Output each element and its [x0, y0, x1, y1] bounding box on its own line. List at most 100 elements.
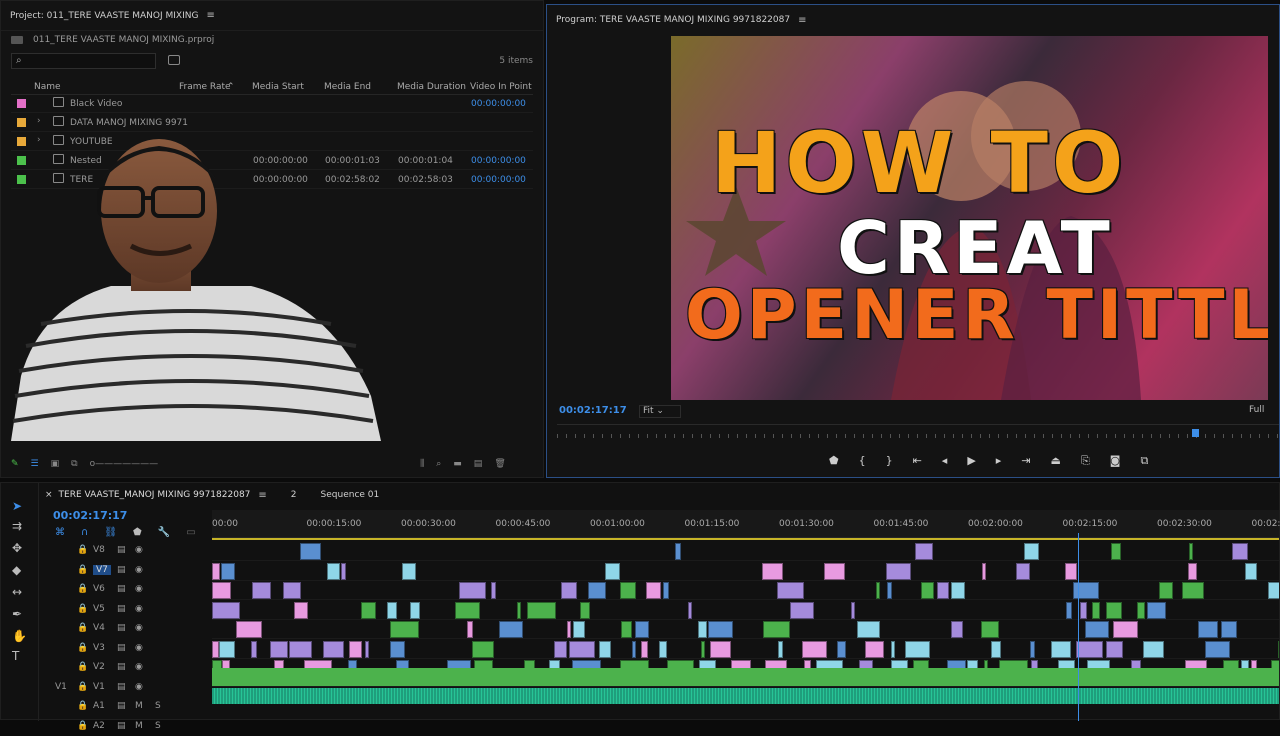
- timeline-clip[interactable]: [1080, 602, 1087, 619]
- lock-icon[interactable]: 🔒: [77, 545, 88, 555]
- timeline-clip[interactable]: [561, 582, 577, 599]
- timeline-clip[interactable]: [1245, 563, 1257, 580]
- panel-menu-icon[interactable]: ≡: [258, 490, 266, 501]
- timeline-clip[interactable]: [605, 563, 620, 580]
- track-header[interactable]: 🔒V3▤◉: [41, 639, 212, 658]
- lock-icon[interactable]: 🔒: [77, 662, 88, 672]
- video-track[interactable]: [212, 562, 1279, 581]
- lock-icon[interactable]: 🔒: [77, 701, 88, 711]
- program-playhead[interactable]: [1192, 429, 1199, 437]
- sync-lock-icon[interactable]: ▤: [117, 623, 126, 633]
- timeline-clip[interactable]: [1066, 602, 1072, 619]
- video-track[interactable]: [212, 640, 1279, 659]
- track-header[interactable]: 🔒V4▤◉: [41, 619, 212, 638]
- snap-icon[interactable]: ∩: [81, 527, 88, 538]
- timeline-clip[interactable]: [632, 641, 636, 658]
- video-track-v1[interactable]: [212, 668, 1279, 687]
- selection-tool-icon[interactable]: ➤: [12, 499, 22, 513]
- timeline-playhead[interactable]: [1078, 533, 1079, 721]
- resolution-select[interactable]: Full: [1249, 405, 1275, 418]
- captions-icon[interactable]: ▭: [186, 527, 195, 538]
- timeline-clip[interactable]: [387, 602, 397, 619]
- timeline-clip[interactable]: [708, 621, 733, 638]
- timeline-clip[interactable]: [327, 563, 340, 580]
- timeline-clip[interactable]: [252, 582, 271, 599]
- go-to-in-icon[interactable]: ⇤: [913, 454, 922, 468]
- timeline-clip[interactable]: [620, 582, 636, 599]
- slip-icon[interactable]: ↔: [12, 585, 22, 599]
- timeline-clip[interactable]: [1092, 602, 1100, 619]
- eye-icon[interactable]: ◉: [135, 662, 143, 672]
- timeline-clip[interactable]: [1016, 563, 1030, 580]
- timeline-clip[interactable]: [390, 621, 419, 638]
- timeline-clip[interactable]: [599, 641, 611, 658]
- timeline-clip[interactable]: [698, 621, 707, 638]
- timeline-clip[interactable]: [569, 641, 595, 658]
- timeline-clip[interactable]: [663, 582, 669, 599]
- lift-icon[interactable]: ⏏: [1051, 454, 1061, 468]
- timeline-clip[interactable]: [1182, 582, 1204, 599]
- timeline-clip[interactable]: [824, 563, 845, 580]
- timeline-clip[interactable]: [573, 621, 585, 638]
- ripple-edit-icon[interactable]: ✥: [12, 541, 22, 555]
- timeline-clip[interactable]: [865, 641, 884, 658]
- work-area-bar[interactable]: [212, 538, 1279, 540]
- tab-sequence-1[interactable]: TERE VAASTE_MANOJ MIXING 9971822087: [59, 490, 251, 500]
- col-media-duration[interactable]: Media Duration: [397, 82, 466, 92]
- track-area[interactable]: [212, 542, 1279, 721]
- timeline-clip[interactable]: [212, 563, 220, 580]
- timeline-clip[interactable]: [365, 641, 369, 658]
- video-track[interactable]: [212, 601, 1279, 620]
- timeline-clip[interactable]: [459, 582, 486, 599]
- col-video-in-point[interactable]: Video In Point: [470, 82, 532, 92]
- track-header[interactable]: 🔒A2▤MS: [41, 717, 212, 736]
- timeline-clip[interactable]: [991, 641, 1001, 658]
- timeline-clip[interactable]: [1030, 641, 1035, 658]
- sync-lock-icon[interactable]: ▤: [117, 604, 126, 614]
- tab-sequence-3[interactable]: Sequence 01: [321, 490, 380, 500]
- timeline-clip[interactable]: [887, 582, 892, 599]
- new-bin-icon[interactable]: [168, 55, 180, 65]
- timeline-clip[interactable]: [323, 641, 344, 658]
- timeline-clip[interactable]: [982, 563, 986, 580]
- timeline-clip[interactable]: [517, 602, 521, 619]
- timeline-clip[interactable]: [921, 582, 934, 599]
- track-header[interactable]: 🔒V2▤◉: [41, 658, 212, 677]
- timeline-clip[interactable]: [876, 582, 880, 599]
- step-forward-icon[interactable]: ▸: [996, 454, 1002, 468]
- track-header[interactable]: 🔒V6▤◉: [41, 580, 212, 599]
- marker-icon[interactable]: ⬟: [133, 527, 142, 538]
- timeline-clip[interactable]: [349, 641, 362, 658]
- track-header[interactable]: V1🔒V1▤◉: [41, 678, 212, 697]
- list-view-icon[interactable]: ☰: [31, 459, 39, 469]
- settings-wrench-icon[interactable]: 🔧: [158, 527, 170, 538]
- sync-lock-icon[interactable]: ▤: [117, 545, 126, 555]
- new-bin-button-icon[interactable]: ▬: [453, 459, 462, 469]
- lock-icon[interactable]: 🔒: [77, 604, 88, 614]
- video-track[interactable]: [212, 620, 1279, 639]
- timeline-clip[interactable]: [1106, 602, 1122, 619]
- eye-icon[interactable]: ◉: [135, 545, 143, 555]
- sync-lock-icon[interactable]: ▤: [117, 584, 126, 594]
- timeline-clip[interactable]: [981, 621, 999, 638]
- source-patch-label[interactable]: V1: [55, 682, 67, 692]
- col-media-end[interactable]: Media End: [324, 82, 371, 92]
- eye-icon[interactable]: ◉: [135, 604, 143, 614]
- timeline-clip[interactable]: [410, 602, 420, 619]
- expand-arrow-icon[interactable]: ›: [37, 116, 41, 126]
- timeline-clip[interactable]: [915, 543, 933, 560]
- timeline-clip[interactable]: [646, 582, 661, 599]
- video-track[interactable]: [212, 581, 1279, 600]
- timeline-clip[interactable]: [455, 602, 480, 619]
- timeline-clip[interactable]: [1051, 641, 1071, 658]
- timeline-clip[interactable]: [1147, 602, 1166, 619]
- new-item-icon[interactable]: ▤: [474, 459, 483, 469]
- timeline-clip[interactable]: [212, 582, 231, 599]
- sync-lock-icon[interactable]: ▤: [117, 701, 126, 711]
- timeline-clip[interactable]: [219, 641, 235, 658]
- timeline-clip[interactable]: [1268, 582, 1279, 599]
- timeline-clip[interactable]: [1189, 543, 1193, 560]
- add-marker-icon[interactable]: ⬟: [829, 454, 839, 468]
- timeline-clip[interactable]: [554, 641, 567, 658]
- timeline-clip[interactable]: [951, 621, 963, 638]
